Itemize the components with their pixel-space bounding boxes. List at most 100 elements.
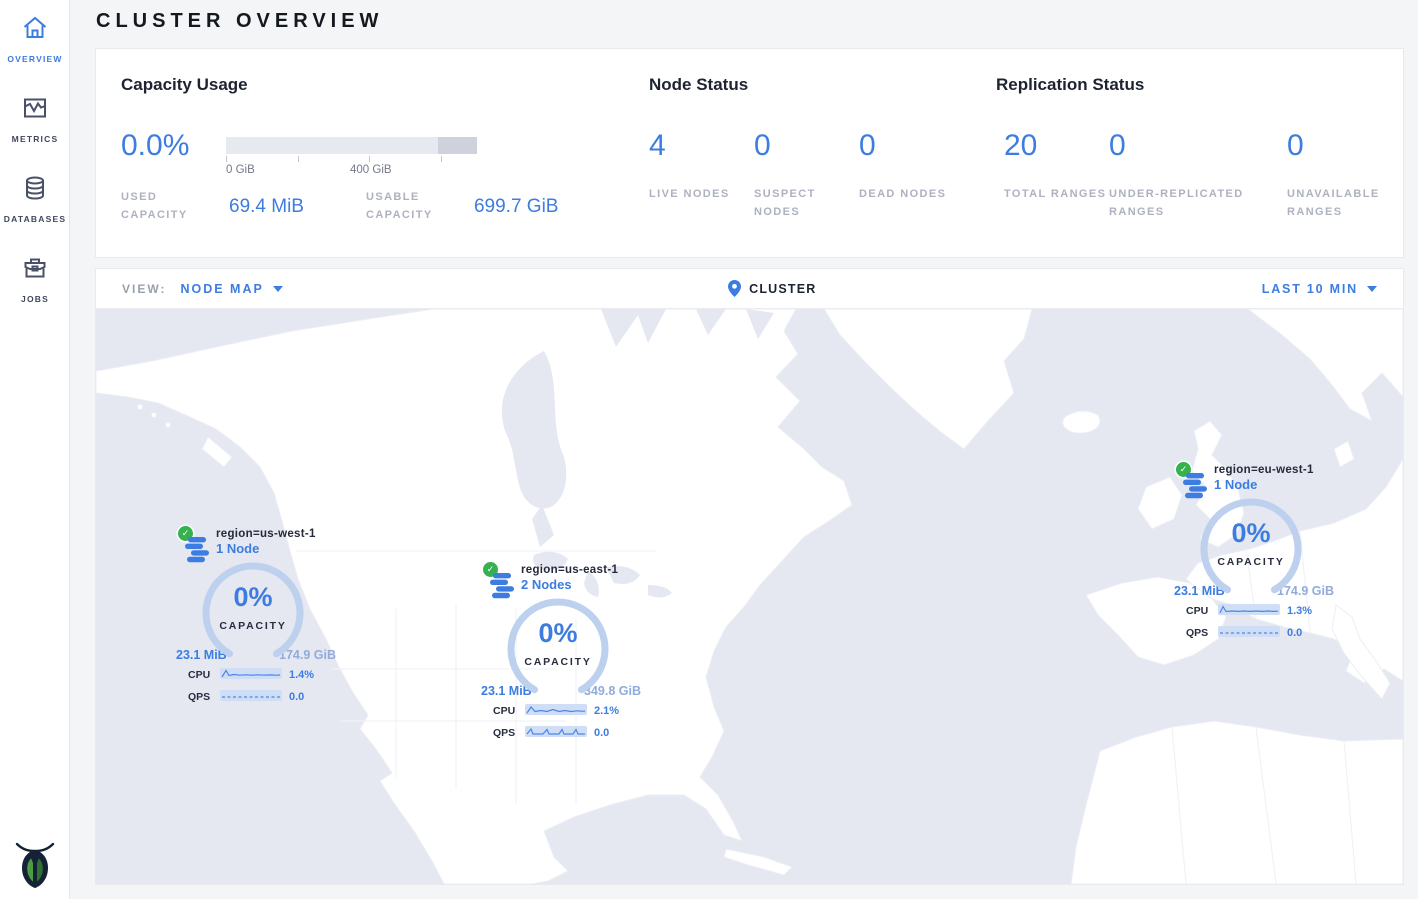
axis-tick-label: 400 GiB (350, 164, 392, 176)
capacity-usage-title: Capacity Usage (121, 75, 248, 95)
capacity-percent: 0% (1176, 518, 1326, 549)
cluster-summary-card: Capacity Usage Node Status Replication S… (95, 48, 1404, 258)
capacity-label: CAPACITY (483, 656, 633, 668)
replication-status-title: Replication Status (996, 75, 1144, 95)
briefcase-icon (21, 254, 49, 282)
sidebar: OVERVIEW METRICS DATABASES (0, 0, 70, 899)
cluster-overview-page: OVERVIEW METRICS DATABASES (0, 0, 1418, 899)
capacity-percent: 0% (483, 618, 633, 649)
sidebar-item-label: DATABASES (4, 214, 66, 224)
cpu-value: 1.4% (289, 669, 314, 681)
time-range-dropdown[interactable]: LAST 10 MIN (1262, 282, 1377, 296)
sidebar-item-databases[interactable]: DATABASES (0, 174, 70, 227)
capacity-axis-ticks (226, 156, 486, 163)
total-ranges-label: TOTAL RANGES (1004, 185, 1109, 203)
view-label: VIEW: (122, 282, 166, 296)
capacity-gauge: 0% CAPACITY (483, 594, 633, 698)
cpu-sparkline (220, 666, 282, 684)
chevron-down-icon (273, 286, 283, 292)
usable-capacity-label: USABLE CAPACITY (366, 189, 452, 224)
cpu-sparkline (525, 702, 587, 720)
under-replicated-ranges-stat: 0 UNDER-REPLICATED RANGES (1109, 129, 1287, 221)
node-status-title: Node Status (649, 75, 748, 95)
sidebar-item-jobs[interactable]: JOBS (0, 254, 70, 307)
view-mode-dropdown[interactable]: NODE MAP (180, 282, 282, 296)
suspect-nodes-stat: 0 SUSPECT NODES (754, 129, 859, 221)
qps-value: 0.0 (594, 727, 609, 739)
total-ranges-value: 20 (1004, 129, 1109, 163)
dead-nodes-stat: 0 DEAD NODES (859, 129, 964, 221)
capacity-gauge: 0% CAPACITY (1176, 494, 1326, 598)
unavailable-ranges-value: 0 (1287, 129, 1417, 163)
qps-label: QPS (1186, 627, 1216, 639)
time-range-value: LAST 10 MIN (1262, 282, 1358, 296)
unavailable-ranges-stat: 0 UNAVAILABLE RANGES (1287, 129, 1417, 221)
region-label: region=us-west-1 (216, 528, 346, 540)
capacity-label: CAPACITY (1176, 556, 1326, 568)
used-capacity-value: 69.4 MiB (229, 196, 304, 218)
capacity-bar-chart: 0 GiB 400 GiB (226, 137, 486, 178)
used-capacity-label: USED CAPACITY (121, 189, 207, 224)
total-ranges-stat: 20 TOTAL RANGES (1004, 129, 1109, 221)
usable-capacity-value: 699.7 GiB (474, 196, 559, 218)
capacity-gauge: 0% CAPACITY (178, 558, 328, 662)
cpu-label: CPU (493, 705, 523, 717)
qps-sparkline (1218, 624, 1280, 642)
axis-tick-label: 0 GiB (226, 164, 255, 176)
cpu-sparkline (1218, 602, 1280, 620)
node-count-link[interactable]: 1 Node (1214, 477, 1344, 492)
qps-value: 0.0 (1287, 627, 1302, 639)
sidebar-item-label: OVERVIEW (7, 54, 62, 64)
node-count-link[interactable]: 1 Node (216, 541, 346, 556)
node-marker-us-east-1[interactable]: ✓ region=us-east-1 2 Nodes (481, 564, 651, 742)
node-map: ✓ region=us-west-1 1 Node (96, 309, 1403, 884)
node-map-card: VIEW: NODE MAP CLUSTER LAST 10 MIN (95, 268, 1404, 885)
dead-nodes-label: DEAD NODES (859, 185, 964, 203)
map-view-bar: VIEW: NODE MAP CLUSTER LAST 10 MIN (96, 269, 1403, 309)
replication-status-stats: 20 TOTAL RANGES 0 UNDER-REPLICATED RANGE… (1004, 129, 1417, 221)
capacity-percent: 0% (178, 582, 328, 613)
locality-breadcrumb[interactable]: CLUSTER (728, 280, 816, 297)
node-marker-us-west-1[interactable]: ✓ region=us-west-1 1 Node (176, 528, 346, 706)
cpu-value: 1.3% (1287, 605, 1312, 617)
page-title: CLUSTER OVERVIEW (96, 10, 383, 33)
cpu-value: 2.1% (594, 705, 619, 717)
region-label: region=eu-west-1 (1214, 464, 1344, 476)
under-replicated-label: UNDER-REPLICATED RANGES (1109, 185, 1269, 221)
breadcrumb-label: CLUSTER (749, 282, 816, 296)
metrics-icon (21, 94, 49, 122)
live-nodes-value: 4 (649, 129, 754, 163)
map-pin-icon (728, 280, 741, 297)
cockroachdb-logo (13, 838, 57, 890)
dead-nodes-value: 0 (859, 129, 964, 163)
qps-value: 0.0 (289, 691, 304, 703)
sidebar-item-label: JOBS (21, 294, 49, 304)
cpu-label: CPU (1186, 605, 1216, 617)
capacity-bar (226, 137, 477, 154)
node-count-link[interactable]: 2 Nodes (521, 577, 651, 592)
chevron-down-icon (1367, 286, 1377, 292)
live-nodes-stat: 4 LIVE NODES (649, 129, 754, 221)
live-nodes-label: LIVE NODES (649, 185, 754, 203)
home-icon (21, 14, 49, 42)
view-mode-value: NODE MAP (180, 282, 263, 296)
under-replicated-value: 0 (1109, 129, 1287, 163)
suspect-nodes-value: 0 (754, 129, 859, 163)
unavailable-ranges-label: UNAVAILABLE RANGES (1287, 185, 1417, 221)
node-status-stats: 4 LIVE NODES 0 SUSPECT NODES 0 DEAD NODE… (649, 129, 964, 221)
node-marker-eu-west-1[interactable]: ✓ region=eu-west-1 1 Node (1174, 464, 1344, 642)
sidebar-item-overview[interactable]: OVERVIEW (0, 14, 70, 67)
capacity-bar-reserved-segment (438, 137, 477, 154)
capacity-label: CAPACITY (178, 620, 328, 632)
sidebar-item-metrics[interactable]: METRICS (0, 94, 70, 147)
qps-label: QPS (188, 691, 218, 703)
capacity-used-percent: 0.0% (121, 129, 189, 163)
content-area: CLUSTER OVERVIEW Capacity Usage Node Sta… (70, 0, 1418, 899)
capacity-stats: USED CAPACITY 69.4 MiB USABLE CAPACITY 6… (121, 189, 558, 224)
qps-sparkline (525, 724, 587, 742)
region-label: region=us-east-1 (521, 564, 651, 576)
qps-label: QPS (493, 727, 523, 739)
capacity-axis-labels: 0 GiB 400 GiB (226, 164, 486, 178)
databases-icon (21, 174, 49, 202)
suspect-nodes-label: SUSPECT NODES (754, 185, 859, 221)
